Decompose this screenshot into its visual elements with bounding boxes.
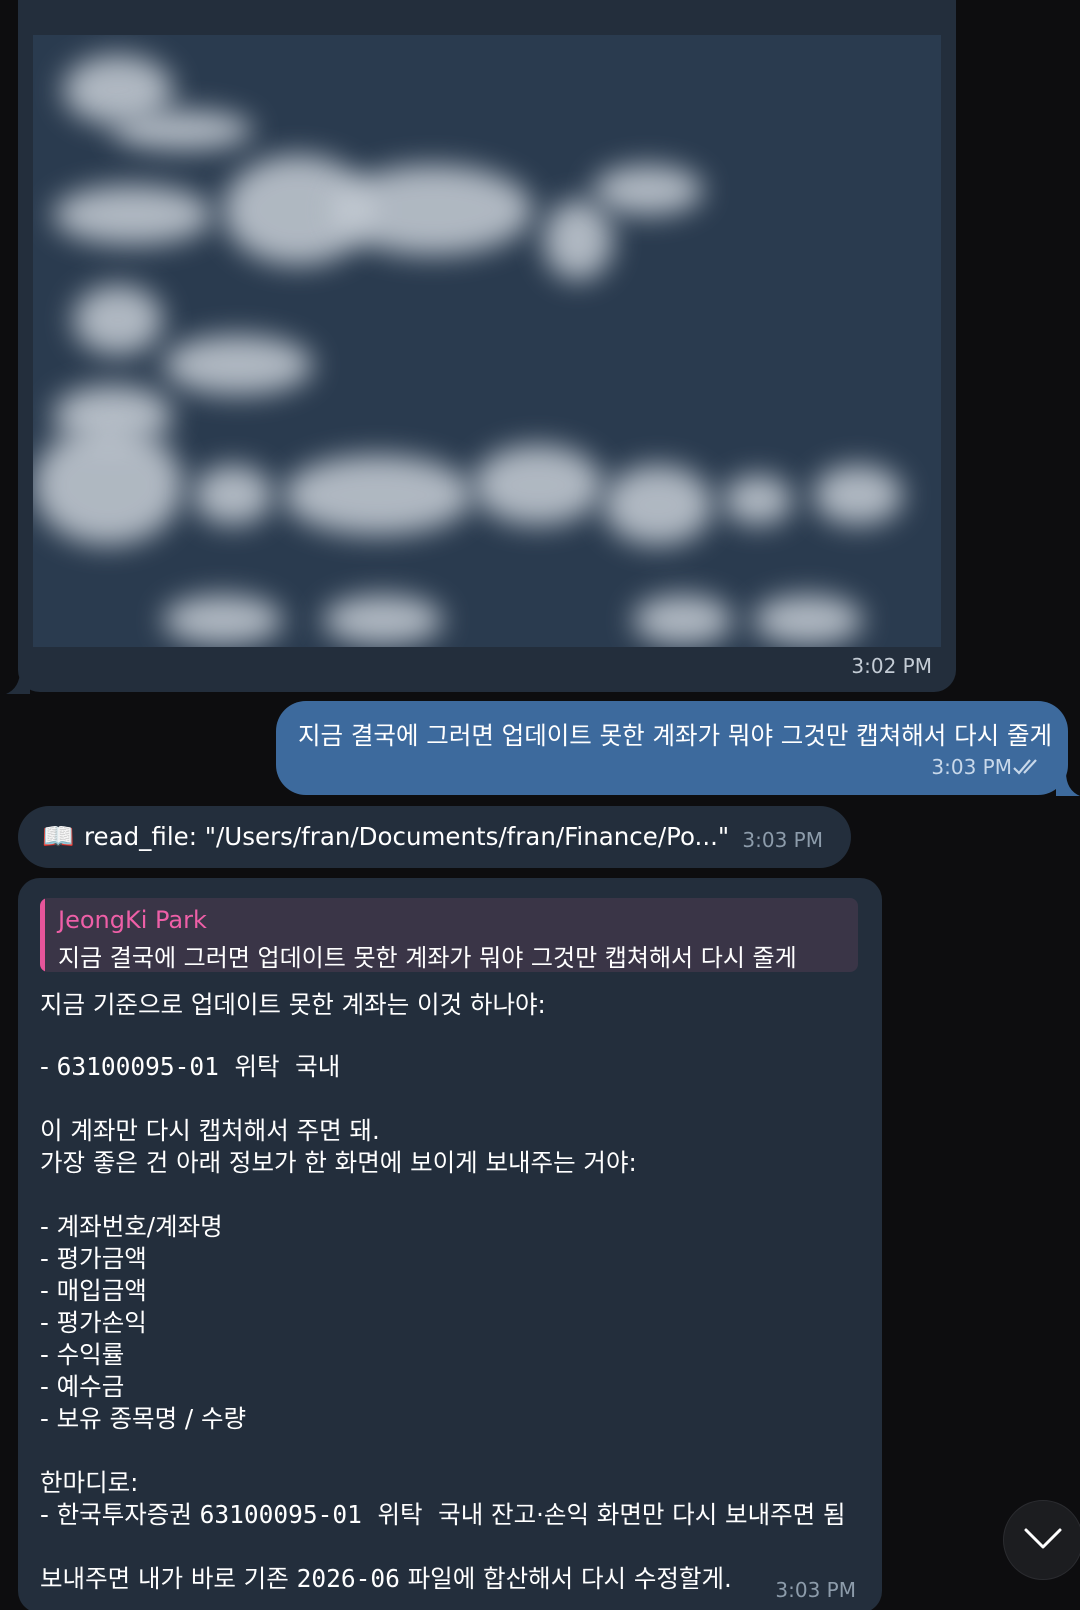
- reply-text-segment: 파일에 합산해서 다시 수정할게.: [399, 1564, 732, 1593]
- reply-line: 한마디로:: [40, 1468, 139, 1497]
- chat-screen: 3:02 PM 지금 결국에 그러면 업데이트 못한 계좌가 뭐야 그것만 캡쳐…: [0, 0, 1080, 1610]
- reply-list-item: - 평가금액: [40, 1244, 147, 1273]
- scroll-to-bottom-button[interactable]: [1003, 1500, 1080, 1580]
- reply-list-item: - 계좌번호/계좌명: [40, 1212, 223, 1241]
- message-time: 3:02 PM: [851, 654, 932, 678]
- reply-text-segment: -: [40, 1052, 57, 1081]
- reply-line: 이 계좌만 다시 캡처해서 주면 돼.: [40, 1116, 380, 1145]
- message-text: 지금 결국에 그러면 업데이트 못한 계좌가 뭐야 그것만 캡쳐해서 다시 줄게: [298, 721, 1053, 750]
- blurred-screenshot-image[interactable]: [33, 35, 941, 647]
- message-time: 3:03 PM: [742, 828, 823, 852]
- image-message-bubble[interactable]: 3:02 PM: [18, 0, 956, 692]
- chevron-down-icon: [1024, 1528, 1062, 1549]
- account-number: 63100095-01: [199, 1500, 362, 1529]
- reply-text-segment: 국내 잔고·손익 화면만 다시 보내주면 됨: [438, 1500, 846, 1529]
- reply-line: 보내주면 내가 바로 기존 2026-06 파일에 합산해서 다시 수정할게.: [40, 1560, 732, 1595]
- bubble-tail: [1056, 772, 1080, 796]
- reply-text-segment: 보내주면 내가 바로 기존: [40, 1564, 297, 1593]
- reply-text-segment: 위탁: [234, 1052, 280, 1081]
- file-date: 2026-06: [296, 1564, 400, 1593]
- account-number: 63100095-01: [56, 1052, 219, 1081]
- quote-author: JeongKi Park: [58, 906, 207, 934]
- message-time: 3:03 PM: [775, 1578, 856, 1602]
- open-book-icon: 📖: [42, 822, 75, 852]
- reply-line: - 63100095-01 위탁 국내: [40, 1048, 340, 1083]
- outgoing-message-bubble[interactable]: 지금 결국에 그러면 업데이트 못한 계좌가 뭐야 그것만 캡쳐해서 다시 줄게…: [276, 701, 1068, 795]
- reply-list-item: - 예수금: [40, 1372, 125, 1401]
- reply-line: - 한국투자증권 63100095-01 위탁 국내 잔고·손익 화면만 다시 …: [40, 1496, 846, 1531]
- quote-text: 지금 결국에 그러면 업데이트 못한 계좌가 뭐야 그것만 캡쳐해서 다시 줄게: [58, 944, 797, 972]
- quote-accent-bar: [40, 898, 45, 972]
- reply-list-item: - 수익률: [40, 1340, 125, 1369]
- reply-line: 가장 좋은 건 아래 정보가 한 화면에 보이게 보내주는 거야:: [40, 1148, 637, 1177]
- reply-text-segment: 국내: [295, 1052, 341, 1081]
- reply-message-bubble[interactable]: JeongKi Park 지금 결국에 그러면 업데이트 못한 계좌가 뭐야 그…: [18, 878, 882, 1610]
- reply-text-segment: - 한국투자증권: [40, 1500, 200, 1529]
- reply-list-item: - 평가손익: [40, 1308, 147, 1337]
- quoted-message[interactable]: JeongKi Park 지금 결국에 그러면 업데이트 못한 계좌가 뭐야 그…: [40, 898, 858, 972]
- reply-line: 지금 기준으로 업데이트 못한 계좌는 이것 하나야:: [40, 990, 546, 1019]
- message-time: 3:03 PM: [931, 755, 1012, 779]
- bubble-tail: [6, 670, 30, 694]
- tool-call-text: read_file: "/Users/fran/Documents/fran/F…: [84, 822, 730, 851]
- reply-list-item: - 매입금액: [40, 1276, 147, 1305]
- double-check-icon: [1013, 759, 1037, 775]
- reply-list-item: - 보유 종목명 / 수량: [40, 1404, 247, 1433]
- tool-call-message-bubble[interactable]: 📖 read_file: "/Users/fran/Documents/fran…: [18, 806, 851, 868]
- reply-text-segment: 위탁: [377, 1500, 423, 1529]
